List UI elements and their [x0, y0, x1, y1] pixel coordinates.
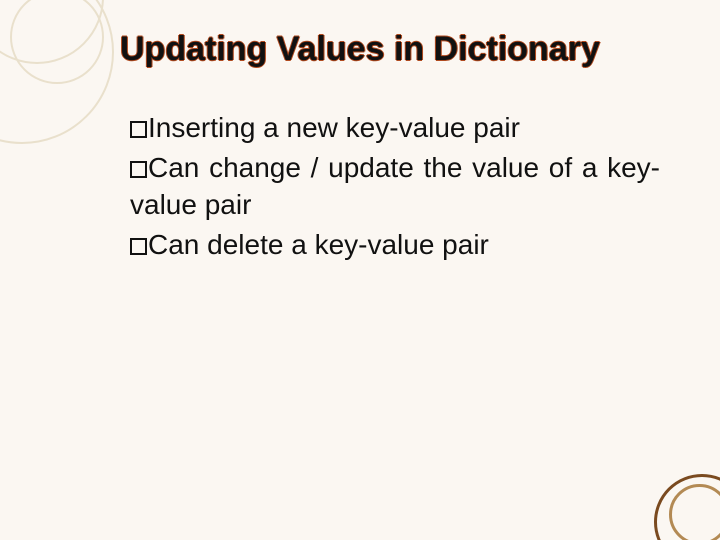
- bullet-text: Can change / update the value of a key-v…: [130, 152, 660, 219]
- bullet-item: Inserting a new key-value pair: [130, 110, 660, 146]
- bullet-box-icon: [130, 161, 147, 178]
- bullet-box-icon: [130, 238, 147, 255]
- bullet-item: Can change / update the value of a key-v…: [130, 150, 660, 223]
- slide-content: Inserting a new key-value pair Can chang…: [130, 110, 660, 268]
- bullet-text: Can delete a key-value pair: [148, 229, 489, 260]
- slide: Updating Values in Dictionary Inserting …: [0, 0, 720, 540]
- slide-title: Updating Values in Dictionary: [120, 30, 680, 69]
- bullet-item: Can delete a key-value pair: [130, 227, 660, 263]
- bullet-text: Inserting a new key-value pair: [148, 112, 520, 143]
- bullet-box-icon: [130, 121, 147, 138]
- decor-corner-ring-inner: [669, 484, 720, 540]
